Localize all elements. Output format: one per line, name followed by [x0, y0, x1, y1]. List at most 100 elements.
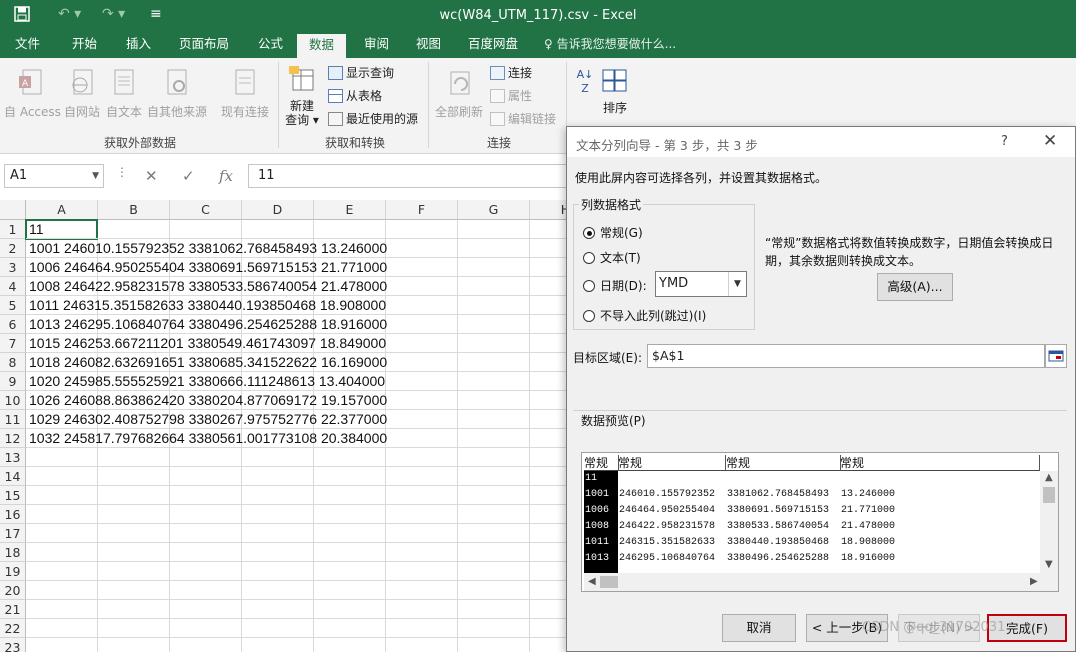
target-range-input[interactable]: $A$1: [647, 344, 1045, 368]
column-header-f[interactable]: F: [386, 200, 458, 220]
data-preview-table[interactable]: 常规 常规 常规 常规 11 1001 246010.155792352 338106…: [581, 452, 1059, 592]
access-icon: A: [19, 69, 42, 95]
cancel-icon[interactable]: ✕: [145, 167, 158, 185]
new-query-button[interactable]: 新建 查询 ▾: [282, 64, 322, 127]
row-header[interactable]: 20: [0, 581, 26, 600]
cell-a8[interactable]: 1018 246082.632691651 3380685.341522622 …: [29, 353, 387, 372]
scroll-down-icon[interactable]: ▼: [1045, 559, 1053, 570]
cell-a10[interactable]: 1026 246088.863862420 3380204.877069172 …: [29, 391, 387, 410]
preview-header-col3[interactable]: 常规: [726, 455, 840, 471]
name-box[interactable]: A1 ▼: [4, 164, 104, 188]
row-header[interactable]: 8: [0, 353, 26, 372]
column-header-c[interactable]: C: [170, 200, 242, 220]
tab-insert[interactable]: 插入: [124, 32, 153, 58]
show-queries-button[interactable]: 显示查询: [328, 63, 394, 83]
row-header[interactable]: 12: [0, 429, 26, 448]
row-header[interactable]: 17: [0, 524, 26, 543]
column-header-g[interactable]: G: [458, 200, 530, 220]
column-header-e[interactable]: E: [314, 200, 386, 220]
row-header[interactable]: 6: [0, 315, 26, 334]
row-header[interactable]: 9: [0, 372, 26, 391]
row-header[interactable]: 7: [0, 334, 26, 353]
preview-cell: 13.246000: [841, 489, 896, 500]
from-access-button[interactable]: A 自 Access: [4, 68, 61, 120]
preview-header-col2[interactable]: 常规: [618, 455, 726, 471]
recent-sources-button[interactable]: 最近使用的源: [328, 109, 418, 129]
row-header[interactable]: 13: [0, 448, 26, 467]
cell-a3[interactable]: 1006 246464.950255404 3380691.569715153 …: [29, 258, 387, 277]
refresh-all-button[interactable]: 全部刷新: [432, 68, 486, 120]
scroll-left-icon[interactable]: ◀: [588, 576, 596, 587]
scrollbar-thumb[interactable]: [600, 576, 618, 588]
tab-view[interactable]: 视图: [414, 32, 443, 58]
row-header[interactable]: 5: [0, 296, 26, 315]
properties-button[interactable]: 属性: [490, 86, 532, 106]
preview-header-col1[interactable]: 常规: [584, 455, 618, 471]
row-header[interactable]: 3: [0, 258, 26, 277]
row-header[interactable]: 19: [0, 562, 26, 581]
collapse-dialog-button[interactable]: [1045, 344, 1067, 368]
tab-home[interactable]: 开始: [70, 32, 99, 58]
column-header-b[interactable]: B: [98, 200, 170, 220]
row-header[interactable]: 18: [0, 543, 26, 562]
cell-a12[interactable]: 1032 245817.797682664 3380561.001773108 …: [29, 429, 387, 448]
cell-a9[interactable]: 1020 245985.555525921 3380666.111248613 …: [29, 372, 385, 391]
tab-file[interactable]: 文件: [13, 32, 42, 58]
preview-horizontal-scrollbar[interactable]: ◀ ▶: [584, 573, 1058, 591]
advanced-button[interactable]: 高级(A)...: [877, 273, 953, 301]
tab-data[interactable]: 数据: [297, 32, 347, 58]
close-icon[interactable]: ✕: [1043, 131, 1057, 151]
cell-a11[interactable]: 1029 246302.408752798 3380267.975752776 …: [29, 410, 387, 429]
from-text-button[interactable]: 自文本: [104, 68, 144, 120]
tab-page-layout[interactable]: 页面布局: [177, 32, 231, 58]
edit-links-button[interactable]: 编辑链接: [490, 109, 556, 129]
preview-header-col4[interactable]: 常规: [840, 455, 1040, 471]
radio-date[interactable]: 日期(D):: [583, 277, 647, 294]
tab-review[interactable]: 审阅: [362, 32, 391, 58]
row-header[interactable]: 22: [0, 619, 26, 638]
help-icon[interactable]: ?: [1001, 134, 1008, 149]
scrollbar-thumb[interactable]: [1043, 487, 1055, 503]
date-format-select[interactable]: YMD ▼: [655, 271, 747, 297]
row-header[interactable]: 23: [0, 638, 26, 652]
column-header-d[interactable]: D: [242, 200, 314, 220]
enter-icon[interactable]: ✓: [182, 167, 195, 185]
show-queries-label: 显示查询: [346, 66, 395, 80]
cell-a6[interactable]: 1013 246295.106840764 3380496.254625288 …: [29, 315, 387, 334]
from-table-button[interactable]: 从表格: [328, 86, 382, 106]
chevron-down-icon[interactable]: ▼: [92, 165, 99, 187]
row-header[interactable]: 10: [0, 391, 26, 410]
row-header[interactable]: 11: [0, 410, 26, 429]
tab-baidu-netdisk[interactable]: 百度网盘: [466, 32, 520, 58]
connections-button[interactable]: 连接: [490, 63, 532, 83]
select-all-corner[interactable]: [0, 200, 26, 220]
from-other-sources-button[interactable]: 自其他来源: [146, 68, 208, 120]
radio-general[interactable]: 常规(G): [583, 224, 643, 241]
scroll-right-icon[interactable]: ▶: [1030, 576, 1038, 587]
radio-text-label: 文本(T): [600, 251, 641, 265]
row-header[interactable]: 16: [0, 505, 26, 524]
row-header[interactable]: 1: [0, 220, 26, 239]
tell-me-box[interactable]: ♀ 告诉我您想要做什么...: [544, 32, 676, 58]
column-header-a[interactable]: A: [26, 200, 98, 220]
sort-az-button[interactable]: A↓ Z: [572, 68, 598, 96]
scroll-up-icon[interactable]: ▲: [1045, 472, 1053, 483]
radio-skip-column[interactable]: 不导入此列(跳过)(I): [583, 307, 706, 324]
radio-text[interactable]: 文本(T): [583, 249, 641, 266]
existing-connections-button[interactable]: 现有连接: [218, 68, 272, 120]
sort-button[interactable]: 排序: [598, 68, 632, 116]
row-header[interactable]: 15: [0, 486, 26, 505]
row-header[interactable]: 21: [0, 600, 26, 619]
cell-a7[interactable]: 1015 246253.667211201 3380549.461743097 …: [29, 334, 386, 353]
row-header[interactable]: 4: [0, 277, 26, 296]
row-header[interactable]: 2: [0, 239, 26, 258]
cell-a4[interactable]: 1008 246422.958231578 3380533.586740054 …: [29, 277, 387, 296]
tab-formulas[interactable]: 公式: [256, 32, 285, 58]
fx-icon[interactable]: fx: [219, 167, 233, 185]
preview-vertical-scrollbar[interactable]: ▲ ▼: [1040, 471, 1058, 573]
from-web-button[interactable]: 自网站: [62, 68, 102, 120]
cell-a5[interactable]: 1011 246315.351582633 3380440.193850468 …: [29, 296, 386, 315]
cancel-button[interactable]: 取消: [722, 614, 796, 642]
cell-a2[interactable]: 1001 246010.155792352 3381062.768458493 …: [29, 239, 387, 258]
row-header[interactable]: 14: [0, 467, 26, 486]
